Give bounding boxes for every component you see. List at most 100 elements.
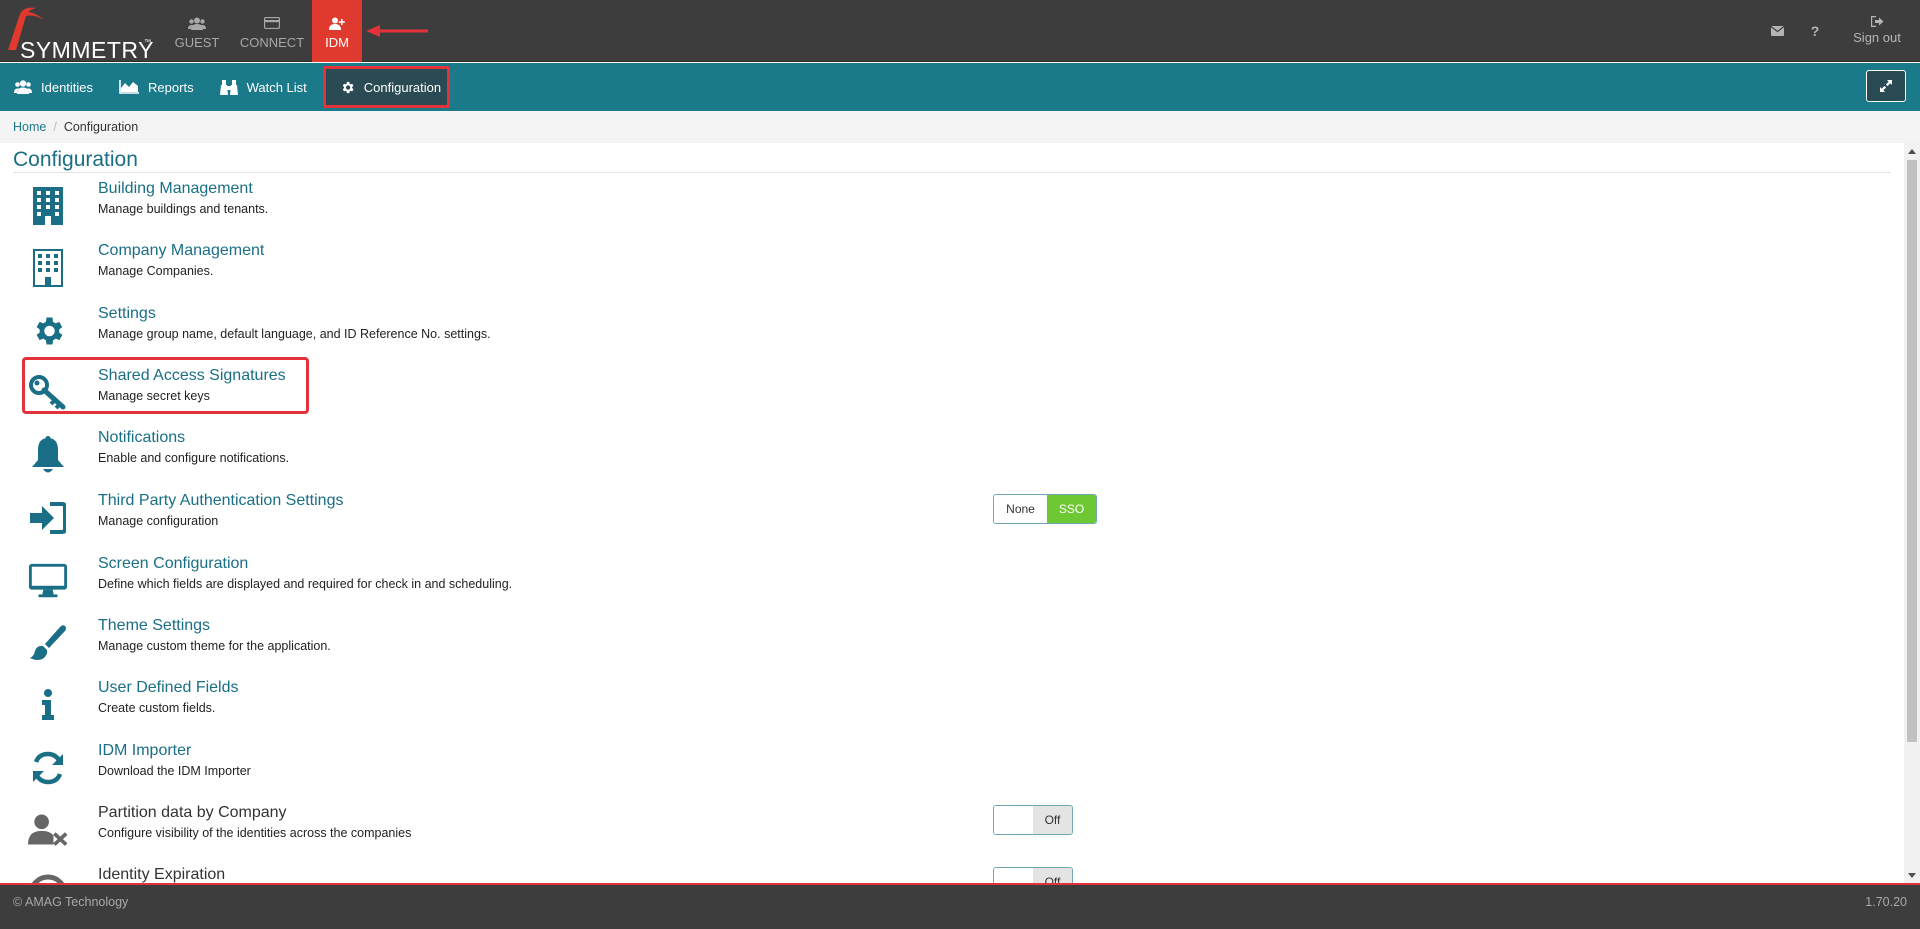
subnav-configuration[interactable]: Configuration (322, 66, 451, 108)
card-icon (264, 14, 280, 32)
help-icon: ? (1810, 23, 1820, 39)
subnav-reports-label: Reports (148, 79, 194, 95)
switch-knob (994, 806, 1033, 834)
third-party-auth-desc: Manage configuration (98, 514, 219, 528)
title-divider (13, 172, 1891, 173)
bell-icon (28, 435, 68, 475)
nav-idm-label: IDM (325, 35, 349, 50)
logo-text: SYMMETRY (20, 37, 154, 63)
config-item-company-management: Company Management Manage Companies. (22, 242, 1122, 304)
company-management-desc: Manage Companies. (98, 264, 214, 278)
paintbrush-icon (28, 623, 68, 663)
identity-expiration-switch[interactable]: Off (993, 867, 1073, 883)
notifications-link[interactable]: Notifications (98, 429, 185, 447)
breadcrumb-separator: / (53, 120, 57, 134)
idm-importer-link[interactable]: IDM Importer (98, 742, 191, 760)
help-button[interactable]: ? (1796, 0, 1834, 62)
notifications-desc: Enable and configure notifications. (98, 451, 290, 465)
user-plus-icon (329, 14, 345, 32)
settings-desc: Manage group name, default language, and… (98, 327, 491, 341)
switch-state-label: Off (1033, 868, 1072, 883)
area-chart-icon (119, 80, 140, 94)
third-party-auth-link[interactable]: Third Party Authentication Settings (98, 492, 343, 510)
partition-by-company-title: Partition data by Company (98, 804, 287, 821)
subnav-identities-label: Identities (41, 79, 94, 95)
config-item-identity-expiration: Identity Expiration (22, 866, 1122, 883)
screen-configuration-link[interactable]: Screen Configuration (98, 555, 248, 573)
config-item-third-party-auth: Third Party Authentication Settings Mana… (22, 492, 1122, 554)
users-icon (14, 80, 32, 94)
logo-trademark: ™ (144, 39, 151, 46)
top-header: SYMMETRY ™ GUEST CONNECT IDM ? Sign out (0, 0, 1920, 63)
settings-link[interactable]: Settings (98, 305, 156, 323)
mail-button[interactable] (1758, 0, 1796, 62)
binoculars-icon (219, 79, 238, 95)
subnav-identities[interactable]: Identities (0, 63, 105, 111)
partition-by-company-switch[interactable]: Off (993, 805, 1073, 835)
vertical-scrollbar[interactable] (1904, 143, 1920, 883)
breadcrumb-home[interactable]: Home (13, 120, 46, 134)
config-item-idm-importer: IDM Importer Download the IDM Importer (22, 742, 1122, 804)
sign-out-label: Sign out (1853, 30, 1901, 45)
nav-guest[interactable]: GUEST (162, 0, 232, 62)
annotation-arrow-icon (366, 25, 428, 37)
subnav-configuration-label: Configuration (363, 79, 442, 95)
theme-settings-desc: Manage custom theme for the application. (98, 639, 331, 653)
screen-configuration-desc: Define which fields are displayed and re… (98, 577, 513, 591)
identity-expiration-title: Identity Expiration (98, 866, 226, 883)
nav-idm[interactable]: IDM (312, 0, 362, 62)
gear-icon (340, 80, 355, 95)
subnav-watch-list-label: Watch List (246, 79, 307, 95)
scroll-up-arrow-icon[interactable] (1904, 143, 1920, 159)
sub-nav: Identities Reports Watch List Configurat… (0, 63, 1920, 111)
nav-connect-label: CONNECT (239, 35, 305, 50)
config-item-building-management: Building Management Manage buildings and… (22, 180, 1122, 242)
building-outline-icon (28, 248, 68, 288)
users-icon (188, 14, 206, 32)
info-icon (28, 685, 68, 725)
top-nav: GUEST CONNECT IDM (162, 0, 362, 62)
building-management-link[interactable]: Building Management (98, 180, 253, 198)
auth-mode-none[interactable]: None (994, 495, 1047, 523)
envelope-icon (1770, 26, 1784, 36)
breadcrumb-current: Configuration (63, 120, 139, 134)
subnav-watch-list[interactable]: Watch List (206, 63, 319, 111)
config-item-user-defined-fields: User Defined Fields Create custom fields… (22, 679, 1122, 741)
switch-knob (994, 868, 1033, 883)
version-text: 1.70.20 (1865, 895, 1907, 909)
user-defined-fields-link[interactable]: User Defined Fields (98, 679, 239, 697)
symmetry-logo[interactable]: SYMMETRY ™ (6, 6, 153, 63)
annotation-highlight-box (22, 357, 309, 414)
config-item-notifications: Notifications Enable and configure notif… (22, 429, 1122, 491)
footer: © AMAG Technology 1.70.20 (0, 883, 1920, 929)
sign-in-icon (28, 498, 68, 538)
user-defined-fields-desc: Create custom fields. (98, 701, 216, 715)
header-actions: ? Sign out (1758, 0, 1920, 62)
breadcrumb: Home / Configuration (0, 111, 1920, 143)
subnav-reports[interactable]: Reports (105, 63, 206, 111)
nav-guest-label: GUEST (174, 35, 220, 50)
sign-out-button[interactable]: Sign out (1834, 0, 1920, 62)
sign-out-icon (1870, 16, 1883, 27)
monitor-icon (28, 561, 68, 601)
switch-state-label: Off (1033, 806, 1072, 834)
nav-connect[interactable]: CONNECT (232, 0, 312, 62)
idm-importer-desc: Download the IDM Importer (98, 764, 251, 778)
refresh-icon (28, 748, 68, 788)
theme-settings-link[interactable]: Theme Settings (98, 617, 210, 635)
scroll-down-arrow-icon[interactable] (1904, 867, 1920, 883)
fullscreen-button[interactable] (1866, 70, 1906, 102)
user-times-icon (28, 810, 68, 850)
auth-mode-sso[interactable]: SSO (1047, 495, 1096, 523)
config-item-partition-by-company: Partition data by Company Configure visi… (22, 804, 1122, 866)
clock-icon (28, 872, 68, 883)
partition-by-company-desc: Configure visibility of the identities a… (98, 826, 412, 840)
building-management-desc: Manage buildings and tenants. (98, 202, 269, 216)
config-item-theme-settings: Theme Settings Manage custom theme for t… (22, 617, 1122, 679)
gear-icon (28, 311, 68, 351)
main-content: Configuration Building Management Manage… (0, 143, 1904, 883)
copyright-text: © AMAG Technology (13, 895, 129, 909)
scrollbar-thumb[interactable] (1907, 160, 1917, 742)
building-icon (28, 186, 68, 226)
company-management-link[interactable]: Company Management (98, 242, 264, 260)
